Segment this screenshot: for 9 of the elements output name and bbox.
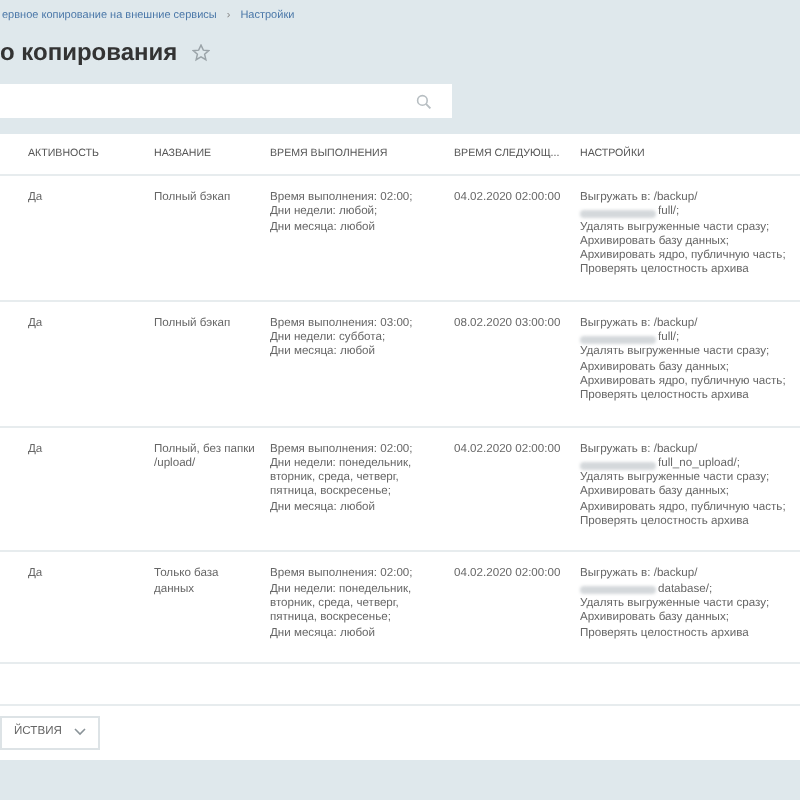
star-icon[interactable] <box>191 43 210 61</box>
page-title: о копирования <box>0 38 178 66</box>
search-icon <box>416 93 432 109</box>
blurred-path <box>580 586 656 595</box>
search-field[interactable] <box>0 84 452 118</box>
blurred-path <box>580 335 656 344</box>
caret-icon <box>73 728 86 737</box>
blurred-path <box>580 461 656 469</box>
blurred-path <box>580 209 656 218</box>
